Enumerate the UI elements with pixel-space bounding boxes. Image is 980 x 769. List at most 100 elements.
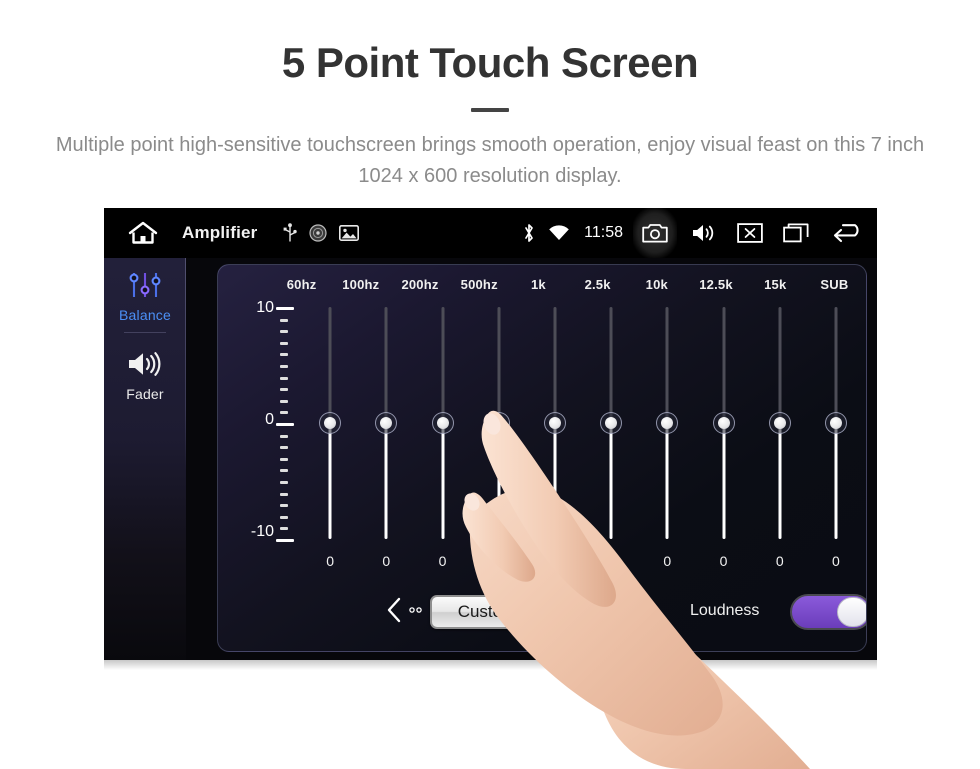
equalizer-slider[interactable]: 0: [752, 295, 808, 585]
sidebar-divider: [124, 332, 166, 333]
volume-button[interactable]: [681, 208, 727, 258]
slider-knob[interactable]: [600, 412, 623, 434]
slider-fill: [609, 423, 613, 539]
slider-value: 0: [607, 553, 616, 569]
ruler-tick-major: [276, 539, 294, 542]
slider-fill: [441, 423, 444, 539]
ruler-tick-minor: [280, 515, 288, 519]
slider-value: 0: [494, 553, 503, 569]
ruler-tick-major: [276, 423, 294, 426]
page-subtitle: Multiple point high-sensitive touchscree…: [55, 134, 925, 188]
db-label-bottom: -10: [250, 523, 274, 540]
disc-icon: [309, 224, 328, 242]
equalizer-slider[interactable]: 0: [639, 295, 695, 585]
slider-value: 0: [663, 553, 672, 569]
close-box-icon: [737, 223, 763, 243]
ruler-tick-minor: [280, 376, 288, 380]
screenshot-button[interactable]: [633, 208, 677, 258]
ruler-tick-minor: [280, 341, 288, 345]
slider-knob[interactable]: [824, 412, 847, 434]
page-title: 5 Point Touch Screen: [281, 39, 699, 86]
ruler-tick-minor: [280, 365, 288, 368]
slider-knob[interactable]: [487, 412, 510, 434]
sidebar-item-balance-label: Balance: [119, 307, 171, 323]
recents-button[interactable]: [773, 208, 819, 258]
photo-icon: [339, 225, 360, 241]
screen-body: Balance Fader 60hz 100hz 200hz 500hz 1k 2.5k 1…: [104, 258, 877, 660]
slider-knob[interactable]: [768, 412, 791, 434]
ruler-tick-minor: [280, 388, 288, 392]
equalizer-sliders-icon: [104, 268, 186, 302]
db-scale-labels: 10 0 -10: [226, 299, 274, 547]
ruler-tick-minor: [280, 318, 288, 322]
back-arrow-icon: [833, 224, 859, 243]
chevron-left-icon: [387, 597, 401, 623]
ruler-tick-minor: [280, 481, 288, 484]
volume-icon: [693, 225, 714, 241]
recents-icon: [783, 223, 809, 243]
next-preset-button[interactable]: [608, 597, 646, 623]
ruler-tick-minor: [280, 353, 288, 357]
status-bar: Amplifier 11:58: [104, 208, 877, 258]
slider-fill: [665, 423, 669, 539]
slider-fill: [834, 423, 838, 539]
close-button[interactable]: [727, 208, 773, 258]
slider-knob[interactable]: [712, 412, 735, 434]
slider-value: 0: [719, 553, 728, 569]
home-button[interactable]: [104, 220, 182, 246]
db-tick-ruler: [276, 307, 296, 542]
ruler-tick-minor: [280, 527, 288, 531]
loudness-label: Loudness: [690, 602, 760, 619]
preset-dots-right-icon: [609, 607, 622, 613]
loudness-toggle[interactable]: [790, 594, 866, 630]
ruler-tick-minor: [280, 434, 288, 438]
sidebar: Balance Fader: [104, 258, 186, 660]
slider-fill: [553, 423, 557, 539]
slider-value: 0: [551, 553, 559, 569]
slider-fill: [328, 423, 332, 539]
camera-icon: [642, 224, 668, 243]
sidebar-item-fader[interactable]: Fader: [104, 337, 186, 402]
chevron-right-icon: [631, 597, 645, 623]
equalizer-slider[interactable]: 0: [695, 295, 751, 585]
slider-knob[interactable]: [543, 412, 566, 434]
car-head-unit-screen: Amplifier 11:58 Balance Fader 60hz 100hz…: [104, 208, 877, 660]
back-button[interactable]: [819, 208, 877, 258]
ruler-tick-minor: [280, 411, 288, 415]
speaker-icon: [104, 347, 186, 381]
preset-button[interactable]: Custom: [430, 595, 544, 629]
ruler-tick-minor: [280, 469, 288, 473]
wifi-icon: [548, 224, 570, 242]
slider-value: 0: [775, 553, 784, 569]
slider-knob[interactable]: [375, 412, 398, 434]
slider-knob[interactable]: [656, 412, 679, 434]
sidebar-item-fader-label: Fader: [126, 386, 164, 402]
slider-fill: [778, 423, 782, 539]
ruler-tick-minor: [280, 330, 288, 334]
slider-fill: [722, 423, 726, 539]
equalizer-slider[interactable]: 0: [471, 295, 527, 585]
slider-knob[interactable]: [431, 412, 454, 434]
sidebar-item-balance[interactable]: Balance: [104, 258, 186, 323]
equalizer-slider[interactable]: 0: [414, 295, 470, 585]
slider-value: 0: [382, 553, 391, 569]
ruler-tick-major: [276, 307, 294, 310]
equalizer-slider[interactable]: 0: [583, 295, 639, 585]
equalizer-slider[interactable]: 0: [302, 295, 358, 585]
slider-knob[interactable]: [319, 412, 342, 434]
equalizer-bottom-controls: Custom Loudness: [218, 593, 866, 637]
equalizer-slider[interactable]: 0: [527, 295, 583, 585]
status-clock: 11:58: [584, 224, 623, 241]
ruler-tick-minor: [280, 399, 288, 403]
db-label-mid: 0: [265, 411, 274, 428]
preset-dots-left-icon: [409, 607, 422, 613]
db-label-top: 10: [256, 299, 274, 316]
equalizer-slider[interactable]: 0: [358, 295, 414, 585]
slider-fill: [497, 423, 501, 539]
equalizer-panel: 60hz 100hz 200hz 500hz 1k 2.5k 10k 12.5k 15k SUB …: [217, 264, 867, 652]
equalizer-sliders: 0 0 0 0 0 0 0 0 0 0: [302, 295, 864, 585]
promo-header: 5 Point Touch Screen Multiple point high…: [0, 0, 980, 192]
prev-preset-button[interactable]: [386, 597, 424, 623]
equalizer-slider[interactable]: 0: [808, 295, 864, 585]
ruler-tick-minor: [280, 492, 288, 496]
